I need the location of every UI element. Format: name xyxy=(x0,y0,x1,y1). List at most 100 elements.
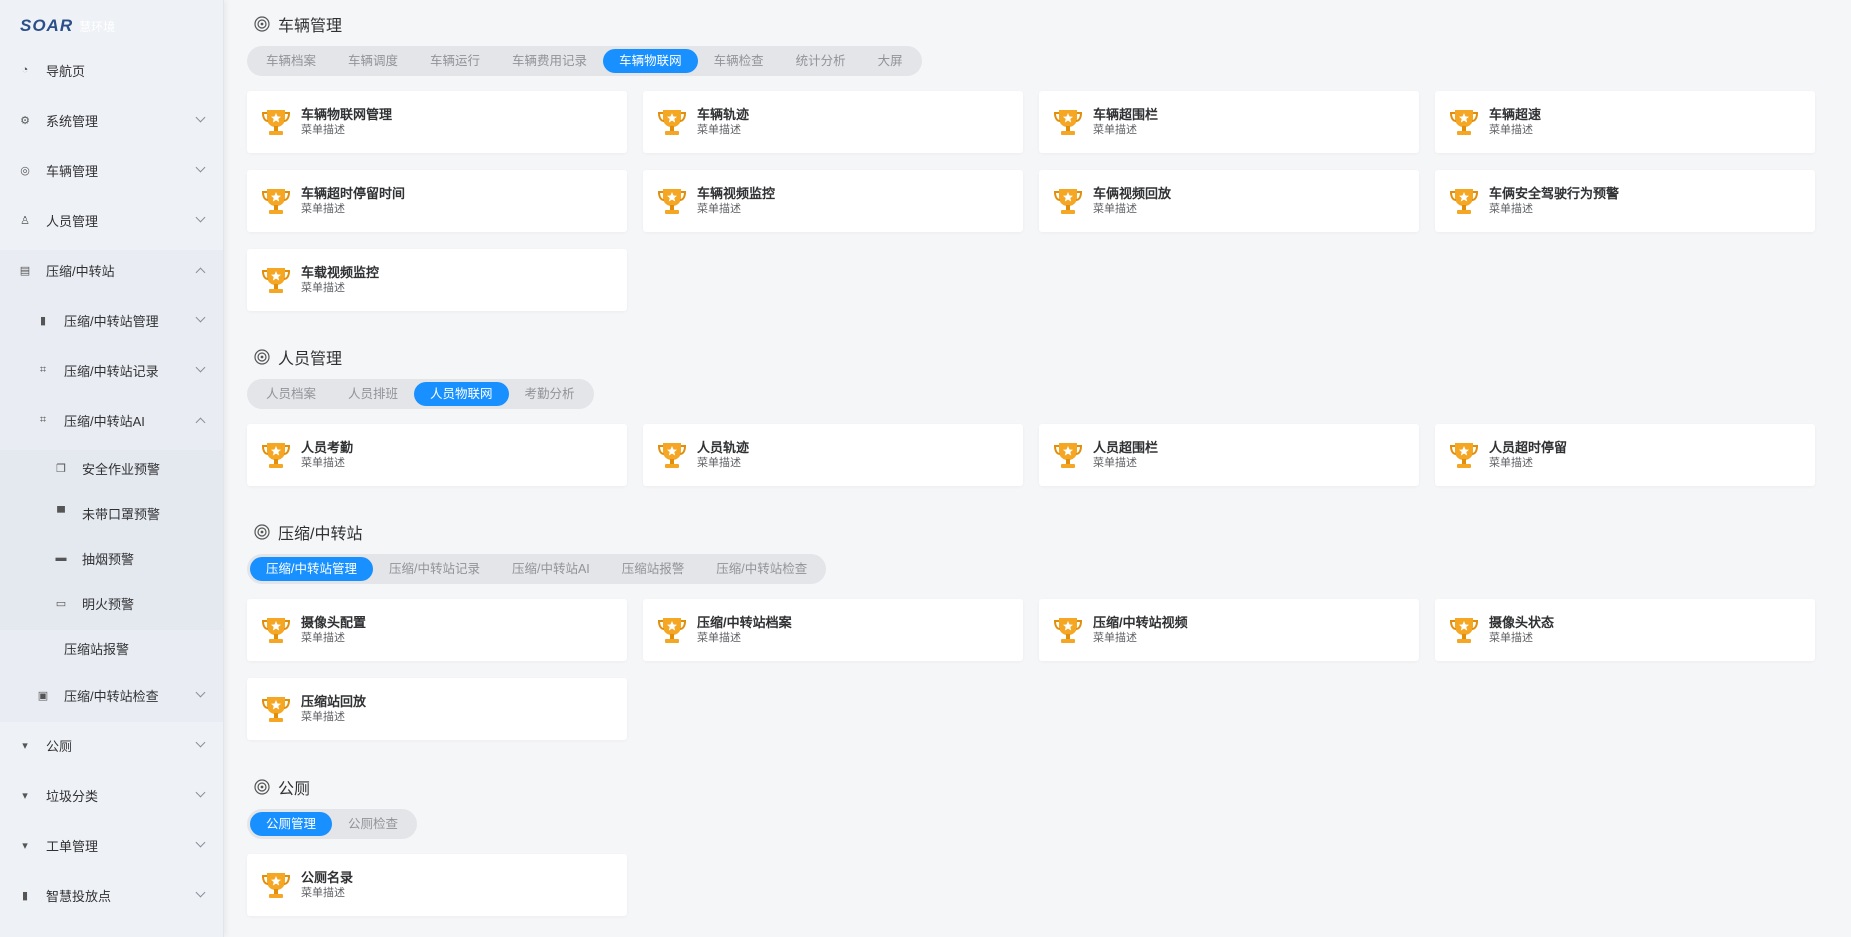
target-icon xyxy=(254,349,270,365)
sidebar-item[interactable]: ⌗ 压缩/中转站AI xyxy=(0,400,223,440)
sidebar-item[interactable]: ▮ 压缩/中转站管理 xyxy=(0,300,223,340)
card-title: 压缩站回放 xyxy=(301,694,367,709)
menu-card[interactable]: 人员超时停留 菜单描述 xyxy=(1435,424,1815,486)
tab[interactable]: 压缩/中转站检查 xyxy=(700,557,823,581)
sidebar-item-label: 导航页 xyxy=(46,63,86,79)
menu-card[interactable]: 车辆视频监控 菜单描述 xyxy=(643,170,1023,232)
sidebar-item[interactable]: ❐ 安全作业预警 xyxy=(0,448,223,488)
card-description: 菜单描述 xyxy=(1093,124,1137,136)
card-title: 人员考勤 xyxy=(301,440,354,455)
tab[interactable]: 车辆费用记录 xyxy=(496,49,603,73)
trophy-icon xyxy=(261,268,291,293)
card-description: 菜单描述 xyxy=(301,711,345,723)
tab[interactable]: 大屏 xyxy=(862,49,919,73)
tab[interactable]: 人员档案 xyxy=(250,382,332,406)
card-text: 摄像头配置 菜单描述 xyxy=(301,614,366,646)
chevron-down-icon xyxy=(195,687,206,698)
tab[interactable]: 车辆调度 xyxy=(332,49,414,73)
card-title: 压缩/中转站视频 xyxy=(1093,615,1188,630)
menu-card[interactable]: 人员超围栏 菜单描述 xyxy=(1039,424,1419,486)
tab[interactable]: 公厕检查 xyxy=(332,812,414,836)
menu-card[interactable]: 车辆轨迹 菜单描述 xyxy=(643,91,1023,153)
card-description: 菜单描述 xyxy=(1489,203,1533,215)
sidebar-item[interactable]: ▭ 明火预警 xyxy=(0,583,223,623)
card-description: 菜单描述 xyxy=(1489,457,1533,469)
blank-icon xyxy=(36,641,50,655)
trophy-icon xyxy=(1449,618,1479,643)
section-title: 车辆管理 xyxy=(254,12,342,36)
menu-card[interactable]: 车辆物联网管理 菜单描述 xyxy=(247,91,627,153)
menu-card[interactable]: 人员轨迹 菜单描述 xyxy=(643,424,1023,486)
sidebar-item[interactable]: ▾ 垃圾分类 xyxy=(0,775,223,815)
card-text: 压缩站回放 菜单描述 xyxy=(301,693,366,725)
chevron-down-icon xyxy=(195,112,206,123)
sidebar-item-label: 抽烟预警 xyxy=(82,551,135,567)
card-text: 人员超时停留 菜单描述 xyxy=(1489,439,1567,471)
sidebar-item[interactable]: ▣ 压缩/中转站检查 xyxy=(0,675,223,715)
menu-card[interactable]: 车俩视频回放 菜单描述 xyxy=(1039,170,1419,232)
trophy-icon xyxy=(657,618,687,643)
menu-card[interactable]: 公厕名录 菜单描述 xyxy=(247,854,627,916)
menu-card[interactable]: 摄像头配置 菜单描述 xyxy=(247,599,627,661)
target-icon xyxy=(254,779,270,795)
card-text: 车俩视频回放 菜单描述 xyxy=(1093,185,1171,217)
menu-card[interactable]: 车辆超速 菜单描述 xyxy=(1435,91,1815,153)
card-text: 车辆轨迹 菜单描述 xyxy=(697,106,749,138)
sidebar-item-label: 垃圾分类 xyxy=(46,788,99,804)
card-title: 压缩/中转站档案 xyxy=(697,615,792,630)
trophy-icon xyxy=(1053,189,1083,214)
steering-wheel-icon: ◎ xyxy=(20,164,30,177)
sidebar-item[interactable]: ▾ 工单管理 xyxy=(0,825,223,865)
sidebar-item[interactable]: ◎ 车辆管理 xyxy=(0,150,223,190)
tab[interactable]: 车辆档案 xyxy=(250,49,332,73)
window-icon: ▭ xyxy=(55,597,67,610)
tab[interactable]: 考勤分析 xyxy=(509,382,591,406)
menu-card[interactable]: 压缩/中转站视频 菜单描述 xyxy=(1039,599,1419,661)
menu-card[interactable]: 压缩站回放 菜单描述 xyxy=(247,678,627,740)
trophy-icon xyxy=(657,189,687,214)
tab[interactable]: 压缩/中转站记录 xyxy=(373,557,496,581)
trophy-icon xyxy=(1053,110,1083,135)
sidebar-item[interactable]: ▀ 未带口罩预警 xyxy=(0,493,223,533)
sidebar-item[interactable]: 压缩站报警 xyxy=(0,628,223,668)
sidebar-item[interactable]: ◔ 导航页 xyxy=(0,50,223,90)
sidebar-item[interactable]: ▬ 抽烟预警 xyxy=(0,538,223,578)
menu-card[interactable]: 车辆超时停留时间 菜单描述 xyxy=(247,170,627,232)
tab[interactable]: 人员物联网 xyxy=(414,382,509,406)
sidebar-item[interactable]: ▤ 压缩/中转站 xyxy=(0,250,223,290)
card-text: 车辆超围栏 菜单描述 xyxy=(1093,106,1158,138)
sidebar-item[interactable]: ▾ 公厕 xyxy=(0,725,223,765)
sidebar-item[interactable]: ⌗ 压缩/中转站记录 xyxy=(0,350,223,390)
menu-card[interactable]: 摄像头状态 菜单描述 xyxy=(1435,599,1815,661)
chevron-down-icon xyxy=(195,787,206,798)
menu-card[interactable]: 压缩/中转站档案 菜单描述 xyxy=(643,599,1023,661)
menu-card[interactable]: 人员考勤 菜单描述 xyxy=(247,424,627,486)
trash-icon: ▾ xyxy=(22,789,28,802)
bin-icon: ▮ xyxy=(21,889,29,902)
trash-icon: ▾ xyxy=(22,739,28,752)
card-description: 菜单描述 xyxy=(1093,203,1137,215)
tab[interactable]: 车辆物联网 xyxy=(603,49,698,73)
check-box-icon: ▣ xyxy=(37,689,49,702)
tab[interactable]: 压缩/中转站管理 xyxy=(250,557,373,581)
sidebar-item-label: 公厕 xyxy=(46,738,73,754)
sidebar-item[interactable]: ♙ 人员管理 xyxy=(0,200,223,240)
sidebar-item[interactable]: ▮ 智慧投放点 xyxy=(0,875,223,915)
tab[interactable]: 车辆运行 xyxy=(414,49,496,73)
tab[interactable]: 车辆检查 xyxy=(698,49,780,73)
tab[interactable]: 公厕管理 xyxy=(250,812,333,836)
section-title: 公厕 xyxy=(254,775,310,799)
tab[interactable]: 统计分析 xyxy=(780,49,862,73)
menu-card[interactable]: 车辆超围栏 菜单描述 xyxy=(1039,91,1419,153)
gear-icon: ⚙ xyxy=(20,114,30,127)
logo-mark: SOAR xyxy=(20,16,74,35)
tab[interactable]: 压缩站报警 xyxy=(606,557,701,581)
menu-card[interactable]: 车载视频监控 菜单描述 xyxy=(247,249,627,311)
trophy-icon xyxy=(1449,189,1479,214)
tab[interactable]: 人员排班 xyxy=(332,382,414,406)
card-text: 压缩/中转站视频 菜单描述 xyxy=(1093,614,1188,646)
info-icon: ▮ xyxy=(39,314,47,327)
sidebar-item[interactable]: ⚙ 系统管理 xyxy=(0,100,223,140)
tab[interactable]: 压缩/中转站AI xyxy=(496,557,606,581)
menu-card[interactable]: 车俩安全驾驶行为预警 菜单描述 xyxy=(1435,170,1815,232)
